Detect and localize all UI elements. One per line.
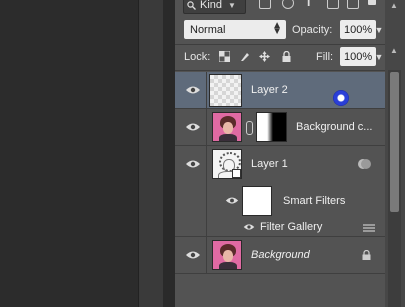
chevron-down-icon: ▼ xyxy=(374,51,384,62)
chevron-down-icon: ▼ xyxy=(228,0,236,10)
layers-panel: Kind ▼ T Normal ▲ ▼ Opacity: 100% ▼ Lock:… xyxy=(175,0,385,307)
layer-row-background-copy[interactable]: Background c... xyxy=(175,109,385,146)
visibility-eye-icon[interactable] xyxy=(225,196,241,206)
chevron-updown-icon: ▲ ▼ xyxy=(272,20,282,37)
adjustment-filter-icon[interactable] xyxy=(282,0,294,9)
chevron-down-icon: ▼ xyxy=(374,24,384,35)
lock-label: Lock: xyxy=(184,51,211,63)
lock-position-icon[interactable] xyxy=(259,51,270,62)
opacity-slider-toggle[interactable]: ▼ xyxy=(372,20,386,39)
divider xyxy=(175,44,385,45)
layer-name[interactable]: Background c... xyxy=(296,121,372,133)
fill-label: Fill: xyxy=(316,51,334,63)
divider xyxy=(206,72,207,108)
layer-thumbnail-transparent[interactable] xyxy=(209,74,242,107)
scrollbar-track[interactable] xyxy=(388,70,401,307)
smart-filters-row[interactable]: Smart Filters xyxy=(175,183,385,219)
mouse-cursor xyxy=(333,90,349,106)
chain-link-icon[interactable] xyxy=(246,121,253,135)
pixel-filter-icon[interactable] xyxy=(259,0,271,9)
scroll-up-arrow[interactable]: ▲ xyxy=(390,1,398,10)
smart-object-filter-icon[interactable] xyxy=(347,0,359,9)
filter-name: Filter Gallery xyxy=(260,221,323,233)
shape-filter-icon[interactable] xyxy=(327,0,339,9)
fill-slider-toggle[interactable]: ▼ xyxy=(372,47,386,66)
divider xyxy=(206,183,207,219)
filter-kind-label: Kind xyxy=(200,0,223,11)
divider xyxy=(175,70,385,71)
scroll-up-arrow[interactable]: ▲ xyxy=(390,46,398,55)
divider xyxy=(206,219,207,236)
filter-gallery-row[interactable]: Filter Gallery xyxy=(175,219,385,237)
filter-toggle-icon[interactable] xyxy=(368,0,376,5)
lock-icon xyxy=(362,250,371,260)
layer-filter-row: Kind ▼ T xyxy=(175,0,385,14)
fill-value: 100% xyxy=(344,50,373,63)
search-icon xyxy=(187,0,196,10)
opacity-label: Opacity: xyxy=(292,24,333,36)
scrollbar-thumb[interactable] xyxy=(390,72,399,212)
opacity-value: 100% xyxy=(344,23,373,36)
visibility-eye-icon[interactable] xyxy=(243,223,259,233)
filter-kind-select[interactable]: Kind ▼ xyxy=(183,0,246,14)
type-filter-icon[interactable]: T xyxy=(305,0,312,9)
layer-row-layer-1[interactable]: Layer 1 xyxy=(175,146,385,183)
blend-mode-select[interactable]: Normal ▲ ▼ xyxy=(184,20,286,39)
smart-filters-label: Smart Filters xyxy=(283,195,346,207)
divider xyxy=(206,109,207,145)
opacity-input[interactable]: 100% xyxy=(340,20,376,39)
divider xyxy=(206,146,207,183)
panel-scrollbar-area: ▲ ▲ xyxy=(385,0,405,307)
lock-transparent-pixels-icon[interactable] xyxy=(219,51,230,62)
filter-blending-options-icon[interactable] xyxy=(363,223,375,233)
layer-name[interactable]: Layer 2 xyxy=(251,84,288,96)
canvas-border xyxy=(138,0,163,307)
smart-object-badge-icon xyxy=(232,169,241,178)
layer-thumbnail-portrait[interactable] xyxy=(212,240,242,270)
document-canvas xyxy=(0,0,138,307)
layer-thumbnail-portrait[interactable] xyxy=(212,112,242,142)
layer-thumbnail-sketch[interactable] xyxy=(212,149,242,179)
fill-input[interactable]: 100% xyxy=(340,47,376,66)
lock-all-icon[interactable] xyxy=(281,51,292,62)
smart-filter-mask-thumbnail[interactable] xyxy=(242,186,272,216)
layer-mask-thumbnail[interactable] xyxy=(256,112,287,142)
smart-filters-indicator-icon xyxy=(361,159,371,169)
visibility-eye-icon[interactable] xyxy=(185,85,201,95)
lock-image-pixels-icon[interactable] xyxy=(239,51,250,62)
layer-name[interactable]: Layer 1 xyxy=(251,158,288,170)
divider xyxy=(206,237,207,273)
visibility-eye-icon[interactable] xyxy=(185,159,201,169)
visibility-eye-icon[interactable] xyxy=(185,250,201,260)
layer-name[interactable]: Background xyxy=(251,249,310,261)
visibility-eye-icon[interactable] xyxy=(185,122,201,132)
panel-empty-area xyxy=(175,274,385,307)
blend-mode-value: Normal xyxy=(190,23,226,36)
layer-row-layer-2[interactable]: Layer 2 xyxy=(175,72,385,109)
layer-row-background[interactable]: Background xyxy=(175,237,385,274)
